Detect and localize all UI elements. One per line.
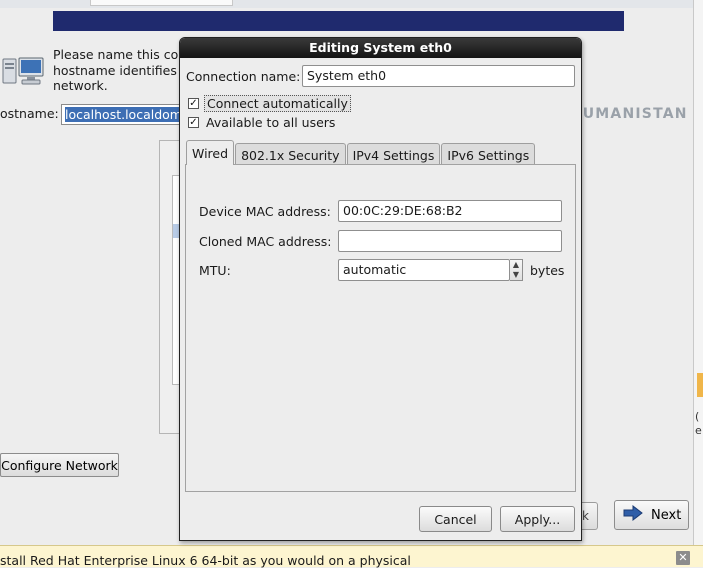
mtu-spin-button[interactable]: ▲ ▼ — [510, 259, 523, 281]
apply-button[interactable]: Apply... — [500, 506, 575, 532]
cloned-mac-label: Cloned MAC address: — [199, 234, 332, 249]
wired-tab-panel: Device MAC address: 00:0C:29:DE:68:B2 Cl… — [185, 164, 576, 492]
connect-automatically-checkbox[interactable]: ✓ — [188, 98, 199, 109]
window-tab — [90, 0, 233, 6]
right-edge-chip — [697, 373, 703, 397]
device-mac-label: Device MAC address: — [199, 204, 331, 219]
tab-ipv4-settings[interactable]: IPv4 Settings — [346, 143, 441, 164]
available-to-all-users-label: Available to all users — [206, 115, 336, 130]
connection-name-input[interactable]: System eth0 — [302, 65, 575, 87]
connect-automatically-label: Connect automatically — [204, 95, 351, 112]
right-edge-panel: ( e — [693, 0, 703, 545]
hostname-intro-text: Please name this computer. The hostname … — [53, 47, 193, 94]
available-to-all-users-row[interactable]: ✓ Available to all users — [188, 115, 335, 130]
configure-network-button[interactable]: Configure Network — [0, 453, 119, 477]
tab-ipv6-settings[interactable]: IPv6 Settings — [441, 143, 536, 164]
top-strip — [0, 0, 703, 8]
next-label: Next — [651, 507, 682, 523]
intro-line-3: network. — [53, 78, 108, 93]
cancel-button[interactable]: Cancel — [419, 506, 492, 532]
connect-automatically-row[interactable]: ✓ Connect automatically — [188, 95, 351, 112]
hostname-input[interactable]: localhost.localdomain — [61, 104, 202, 125]
settings-tabs: Wired 802.1x Security IPv4 Settings IPv6… — [186, 140, 536, 165]
mtu-unit-label: bytes — [530, 263, 565, 278]
mtu-label: MTU: — [199, 263, 231, 278]
next-button[interactable]: Next — [614, 500, 689, 530]
chevron-up-icon[interactable]: ▲ — [510, 260, 522, 270]
connection-name-label: Connection name: — [186, 69, 301, 84]
cloned-mac-field[interactable] — [338, 230, 562, 252]
arrow-right-icon — [623, 504, 643, 525]
close-icon[interactable]: ✕ — [676, 551, 690, 565]
chevron-down-icon[interactable]: ▼ — [510, 270, 522, 280]
hostname-label: ostname: — [0, 106, 59, 121]
dialog-title: Editing System eth0 — [180, 38, 581, 58]
mtu-input[interactable]: automatic — [338, 259, 510, 281]
edit-connection-dialog: Editing System eth0 Connection name: Sys… — [179, 37, 582, 541]
network-computer-icon — [2, 55, 46, 92]
vmware-hint-bar: stall Red Hat Enterprise Linux 6 64-bit … — [0, 545, 703, 568]
installer-header-bar — [53, 11, 624, 31]
available-to-all-users-checkbox[interactable]: ✓ — [188, 117, 199, 128]
vmware-hint-text: stall Red Hat Enterprise Linux 6 64-bit … — [0, 553, 411, 568]
device-mac-field[interactable]: 00:0C:29:DE:68:B2 — [338, 200, 562, 222]
intro-line-1: Please name this computer. The — [53, 47, 193, 62]
tab-wired[interactable]: Wired — [186, 140, 235, 165]
right-edge-glyphs: ( e — [695, 410, 702, 437]
tab-8021x-security[interactable]: 802.1x Security — [235, 143, 346, 164]
intro-line-2: hostname identifies the computer on a — [53, 62, 193, 78]
